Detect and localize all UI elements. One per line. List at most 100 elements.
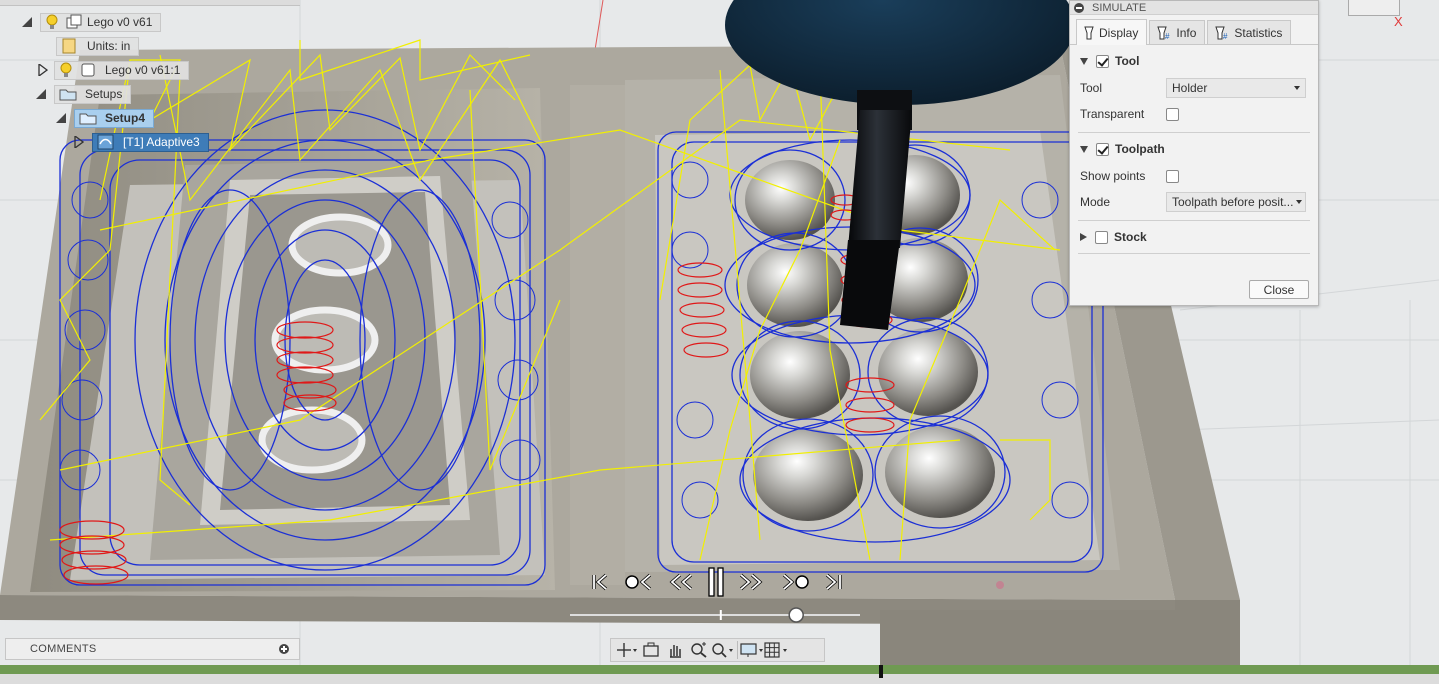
tree-node-units[interactable]: Units: in xyxy=(56,36,140,56)
tree-node-lego[interactable]: Lego v0 v61 xyxy=(40,12,162,32)
simulate-title: SIMULATE xyxy=(1092,1,1147,14)
tree-node-label: Setup4 xyxy=(105,111,146,125)
monitor-icon xyxy=(740,643,763,657)
tree-row-setups[interactable]: Setups xyxy=(36,84,132,104)
tree-row-units[interactable]: Units: in xyxy=(56,36,140,56)
tab-label: Info xyxy=(1176,25,1197,40)
tree-node-setups[interactable]: Setups xyxy=(54,84,132,104)
comments-panel[interactable]: COMMENTS xyxy=(5,638,300,660)
add-comment-icon[interactable] xyxy=(279,644,289,654)
close-button[interactable]: Close xyxy=(1249,280,1309,299)
timeline-marker[interactable] xyxy=(879,665,883,678)
toolpath-heading: Toolpath xyxy=(1115,142,1165,156)
document-icon xyxy=(62,38,76,54)
simulate-panel: SIMULATE Display # Info # Statistics Too… xyxy=(1069,0,1319,306)
skip-start-icon xyxy=(592,573,608,591)
go-to-start-button[interactable] xyxy=(588,568,614,596)
grid-icon xyxy=(764,642,787,658)
step-forward-button[interactable] xyxy=(736,568,764,596)
section-expanded-icon[interactable] xyxy=(1080,145,1088,153)
navigation-bar xyxy=(610,638,825,662)
look-at-icon xyxy=(643,642,659,657)
zoom-window-button[interactable] xyxy=(711,640,735,660)
component-icon xyxy=(66,14,82,29)
folder-icon xyxy=(59,89,77,101)
tab-label: Statistics xyxy=(1234,25,1283,40)
tree-row-setup4[interactable]: Setup4 xyxy=(56,108,155,128)
section-expanded-icon[interactable] xyxy=(1080,57,1088,65)
collapse-arrow-icon[interactable] xyxy=(22,17,32,27)
tool-dropdown-value: Holder xyxy=(1172,81,1208,95)
collapse-arrow-icon[interactable] xyxy=(36,89,46,99)
tree-node-adaptive[interactable]: [T1] Adaptive3 xyxy=(92,132,209,152)
origin-point xyxy=(996,581,1004,589)
tool-section: Tool xyxy=(1070,50,1318,72)
setup-folder-icon xyxy=(79,113,97,125)
tree-node-label: Units: in xyxy=(87,39,131,53)
viewcube-axis-x: X xyxy=(1394,14,1403,29)
lightbulb-icon[interactable] xyxy=(45,14,59,30)
mode-dropdown-value: Toolpath before posit... xyxy=(1172,195,1294,209)
pause-icon xyxy=(708,567,724,597)
tool-visible-checkbox[interactable] xyxy=(1096,54,1109,68)
look-at-button[interactable] xyxy=(639,640,663,660)
divider xyxy=(1078,132,1310,133)
tab-statistics[interactable]: # Statistics xyxy=(1207,20,1292,44)
tab-info[interactable]: # Info xyxy=(1149,20,1206,44)
body-icon xyxy=(81,63,95,77)
minimize-icon[interactable] xyxy=(1074,2,1084,13)
transparent-label: Transparent xyxy=(1080,107,1145,121)
stock-section-header[interactable]: Stock xyxy=(1070,226,1318,248)
expand-arrow-icon[interactable] xyxy=(74,136,84,148)
tree-row-adaptive[interactable]: [T1] Adaptive3 xyxy=(74,132,209,152)
expand-arrow-icon[interactable] xyxy=(38,64,48,76)
next-operation-button[interactable] xyxy=(780,568,812,596)
step-back-button[interactable] xyxy=(668,568,696,596)
toolpath-section-header[interactable]: Toolpath xyxy=(1070,138,1318,160)
pause-button[interactable] xyxy=(704,567,728,597)
view-cube[interactable] xyxy=(1348,0,1400,16)
display-settings-button[interactable] xyxy=(740,640,764,660)
hand-icon xyxy=(670,645,681,658)
toolpath-icon xyxy=(97,134,114,150)
grid-settings-button[interactable] xyxy=(764,640,788,660)
chevron-down-icon xyxy=(1296,200,1303,204)
orbit-button[interactable] xyxy=(615,640,639,660)
stock-visible-checkbox[interactable] xyxy=(1095,230,1108,244)
tree-row-body[interactable]: Lego v0 v61:1 xyxy=(38,60,190,80)
tool-dropdown[interactable]: Holder xyxy=(1166,78,1306,98)
transparent-checkbox[interactable] xyxy=(1166,107,1179,121)
tab-display[interactable]: Display xyxy=(1076,19,1148,45)
toolpath-visible-checkbox[interactable] xyxy=(1096,142,1109,156)
timeline-progress xyxy=(0,665,1439,674)
timeline-bar[interactable] xyxy=(0,665,1439,684)
tool-label: Tool xyxy=(1080,81,1103,95)
rewind-icon xyxy=(669,573,693,591)
stock-heading: Stock xyxy=(1114,230,1147,244)
playback-controls xyxy=(580,563,860,633)
tool-row: Tool Holder xyxy=(1080,77,1310,99)
previous-operation-button[interactable] xyxy=(622,568,654,596)
stock-section: Stock xyxy=(1070,226,1318,248)
lightbulb-icon[interactable] xyxy=(59,62,73,78)
section-collapsed-icon[interactable] xyxy=(1080,233,1087,241)
left-pocket[interactable] xyxy=(30,88,555,592)
divider xyxy=(1078,253,1310,254)
go-to-end-button[interactable] xyxy=(820,568,846,596)
simulate-header[interactable]: SIMULATE xyxy=(1070,1,1318,15)
tool-section-header[interactable]: Tool xyxy=(1070,50,1318,72)
tree-row-component[interactable]: Lego v0 v61 xyxy=(22,12,162,32)
show-points-checkbox[interactable] xyxy=(1166,169,1179,183)
fast-forward-icon xyxy=(739,573,763,591)
transparent-row: Transparent xyxy=(1080,103,1310,125)
tree-node-label: Setups xyxy=(85,87,123,101)
zoom-button[interactable] xyxy=(687,640,711,660)
tree-node-label: [T1] Adaptive3 xyxy=(123,135,200,149)
mode-dropdown[interactable]: Toolpath before posit... xyxy=(1166,192,1306,212)
zoom-window-icon xyxy=(712,643,733,658)
pan-button[interactable] xyxy=(663,640,687,660)
tree-node-body[interactable]: Lego v0 v61:1 xyxy=(54,60,190,80)
tree-node-setup4[interactable]: Setup4 xyxy=(74,108,155,128)
comments-label: COMMENTS xyxy=(30,643,97,655)
collapse-arrow-icon[interactable] xyxy=(56,113,66,123)
